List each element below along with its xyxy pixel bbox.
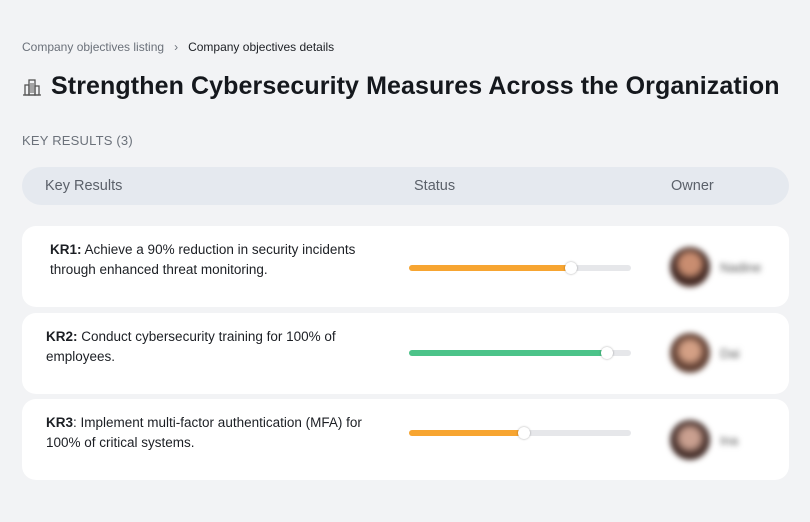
progress-bar — [409, 427, 631, 439]
key-result-row[interactable]: KR3: Implement multi-factor authenticati… — [22, 399, 789, 480]
page-title: Strengthen Cybersecurity Measures Across… — [51, 72, 780, 100]
progress-knob[interactable] — [565, 262, 578, 274]
owner-name: Nadine — [720, 260, 762, 275]
key-result-id: KR1: — [50, 242, 82, 257]
building-icon — [22, 77, 42, 97]
key-result-description: Achieve a 90% reduction in security inci… — [50, 242, 356, 277]
key-result-id: KR2: — [46, 329, 78, 344]
progress-knob[interactable] — [518, 427, 531, 439]
key-result-id: KR3 — [46, 415, 74, 430]
column-header-owner: Owner — [671, 178, 714, 194]
progress-knob[interactable] — [600, 347, 613, 359]
key-result-text: KR3: Implement multi-factor authenticati… — [46, 413, 376, 453]
key-result-description: Conduct cybersecurity training for 100% … — [46, 329, 336, 364]
breadcrumb-separator-icon: › — [174, 40, 179, 54]
owner-name: Dai — [720, 346, 740, 361]
column-header-key-results: Key Results — [45, 178, 123, 194]
column-header-status: Status — [414, 178, 456, 194]
progress-fill — [409, 430, 525, 436]
breadcrumb-current: Company objectives details — [188, 40, 335, 54]
key-result-text: KR1: Achieve a 90% reduction in security… — [50, 240, 380, 280]
avatar — [670, 333, 710, 373]
avatar — [670, 247, 710, 287]
progress-fill — [409, 350, 607, 356]
breadcrumb-link-listing[interactable]: Company objectives listing — [22, 40, 164, 54]
key-result-text: KR2: Conduct cybersecurity training for … — [46, 327, 376, 367]
key-result-row[interactable]: KR1: Achieve a 90% reduction in security… — [22, 226, 789, 307]
key-results-count: KEY RESULTS (3) — [22, 133, 133, 148]
progress-bar — [409, 262, 631, 274]
table-header: Key Results Status Owner — [22, 167, 789, 205]
breadcrumb: Company objectives listing › Company obj… — [22, 40, 334, 54]
progress-fill — [409, 265, 572, 271]
owner-name: Ina — [720, 433, 739, 448]
key-result-description: : Implement multi-factor authentication … — [46, 415, 362, 450]
title-row: Strengthen Cybersecurity Measures Across… — [22, 72, 780, 101]
key-result-row[interactable]: KR2: Conduct cybersecurity training for … — [22, 313, 789, 394]
avatar — [670, 420, 710, 460]
progress-bar — [409, 347, 631, 359]
